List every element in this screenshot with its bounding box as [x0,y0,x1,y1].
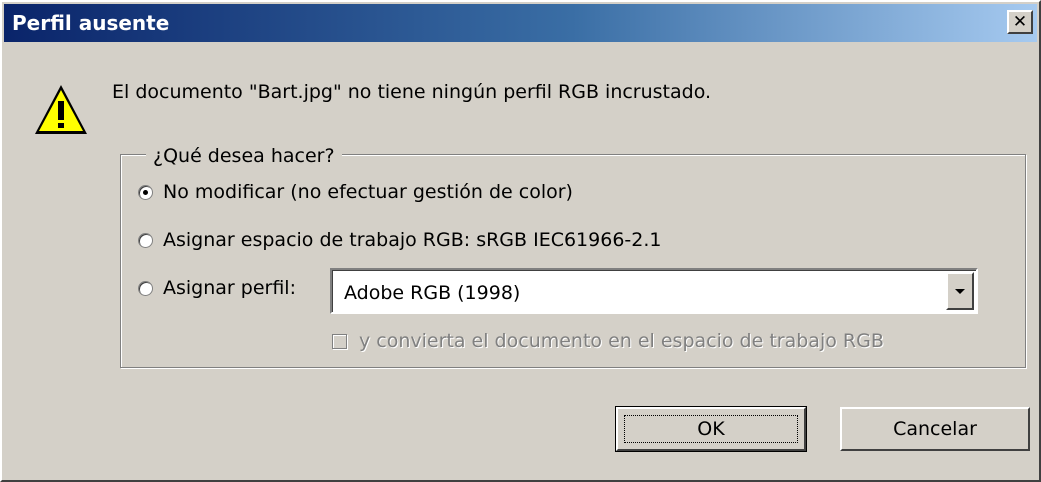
radio-button-selected[interactable] [138,184,153,200]
title-bar[interactable]: Perfil ausente ✕ [4,4,1037,42]
message-text: El documento "Bart.jpg" no tiene ningún … [112,81,712,103]
convert-checkbox-label: y convierta el documento en el espacio d… [359,330,884,352]
radio-label: No modificar (no efectuar gestión de col… [163,181,573,203]
radio-assign-profile[interactable]: Asignar perfil: [138,275,296,301]
ok-button[interactable]: OK [615,406,807,452]
radio-label: Asignar perfil: [163,277,296,299]
profile-select[interactable]: Adobe RGB (1998) [330,268,978,314]
dialog-title: Perfil ausente [12,11,170,35]
ok-button-label: OK [697,418,725,440]
close-button[interactable]: ✕ [1007,10,1033,34]
close-icon: ✕ [1012,11,1028,32]
radio-label: Asignar espacio de trabajo RGB: sRGB IEC… [163,229,662,251]
convert-checkbox [332,333,347,349]
cancel-button-label: Cancelar [893,418,977,440]
profile-select-value: Adobe RGB (1998) [344,282,521,304]
radio-no-modify[interactable]: No modificar (no efectuar gestión de col… [138,179,573,205]
warning-icon [35,85,87,134]
cancel-button[interactable]: Cancelar [840,407,1030,451]
radio-button[interactable] [138,280,153,296]
group-legend: ¿Qué desea hacer? [146,144,342,168]
convert-checkbox-row: y convierta el documento en el espacio d… [332,328,884,354]
missing-profile-dialog: Perfil ausente ✕ El documento "Bart.jpg"… [0,0,1041,482]
dropdown-arrow-button[interactable] [946,272,974,310]
radio-assign-working-space[interactable]: Asignar espacio de trabajo RGB: sRGB IEC… [138,227,661,253]
radio-button[interactable] [138,232,153,248]
chevron-down-icon [955,288,965,294]
